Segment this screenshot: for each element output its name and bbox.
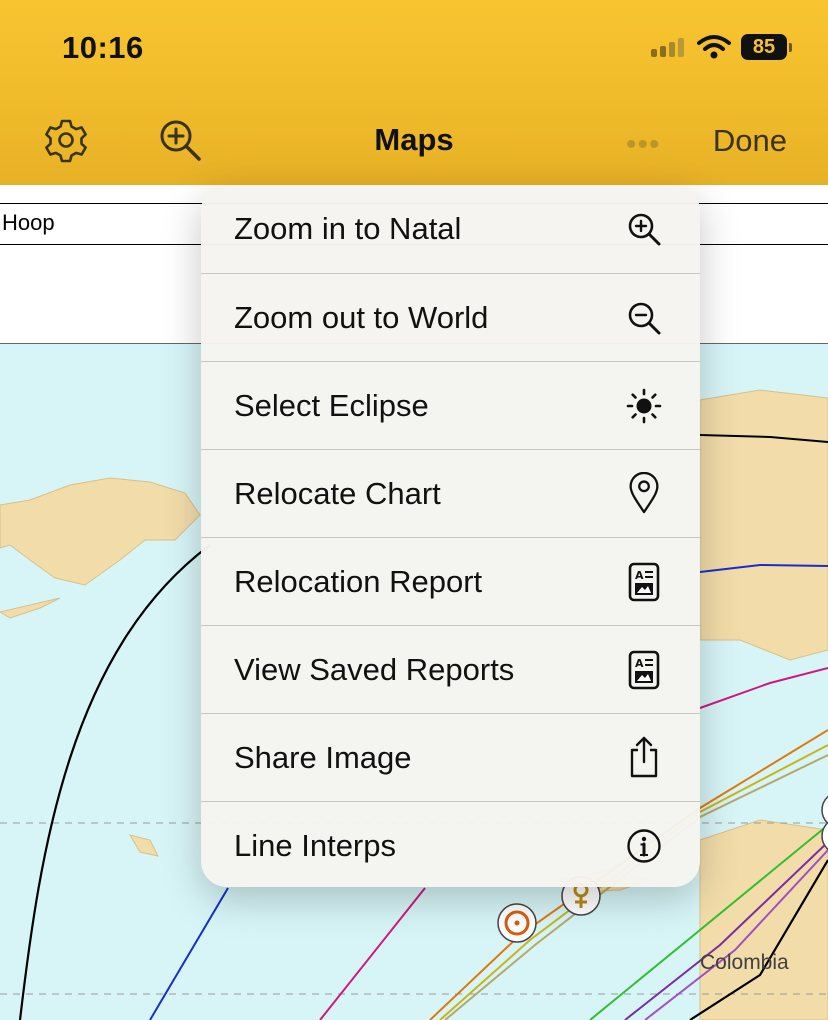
land-hawaii — [128, 834, 159, 857]
land-north-america — [699, 389, 828, 661]
zoom-out-icon — [628, 302, 661, 335]
battery-tip — [789, 42, 792, 52]
menu-item-label: Zoom in to Natal — [234, 211, 462, 246]
menu-item-view-saved-reports[interactable]: View Saved Reports A — [201, 625, 700, 713]
menu-item-line-interps[interactable]: Line Interps — [201, 801, 700, 887]
header: 10:16 85 Maps ••• Done — [0, 0, 828, 185]
menu-item-relocate-chart[interactable]: Relocate Chart — [201, 449, 700, 537]
status-icons: 85 — [651, 34, 792, 60]
menu-item-label: Relocate Chart — [234, 475, 441, 511]
planet-line-magenta-top — [699, 667, 828, 709]
menu-item-label: Share Image — [234, 739, 412, 775]
country-label-colombia: Colombia — [700, 951, 789, 974]
maps-options-menu: Zoom in to Natal Zoom out to World Selec… — [201, 185, 700, 887]
chart-name-label: Hoop — [2, 210, 55, 235]
more-button[interactable]: ••• — [626, 128, 661, 162]
info-icon — [627, 829, 661, 863]
done-button[interactable]: Done — [713, 123, 787, 159]
menu-item-select-eclipse[interactable]: Select Eclipse — [201, 361, 700, 449]
sun-icon — [626, 388, 662, 424]
map-pin-icon — [629, 472, 659, 514]
menu-item-relocation-report[interactable]: Relocation Report A — [201, 537, 700, 625]
page-title: Maps — [374, 122, 454, 157]
menu-item-label: View Saved Reports — [234, 651, 515, 687]
planet-line-black-curve — [18, 544, 211, 1020]
menu-item-label: Select Eclipse — [234, 387, 429, 423]
zoom-in-icon — [628, 213, 661, 246]
report-icon: A — [628, 650, 660, 690]
menu-item-share-image[interactable]: Share Image — [201, 713, 700, 801]
report-icon: A — [628, 562, 660, 602]
menu-item-zoom-in-natal[interactable]: Zoom in to Natal — [201, 185, 700, 273]
signal-icon — [651, 38, 684, 57]
land-alaska — [0, 477, 201, 586]
menu-item-label: Relocation Report — [234, 563, 483, 599]
battery-indicator: 85 — [741, 34, 787, 60]
svg-text:A: A — [635, 657, 644, 670]
planet-line-magenta — [319, 887, 426, 1020]
share-icon — [630, 736, 658, 778]
menu-item-label: Line Interps — [234, 827, 396, 863]
menu-item-zoom-out-world[interactable]: Zoom out to World — [201, 273, 700, 361]
sun-marker[interactable] — [497, 903, 537, 943]
land-aleutians — [0, 597, 61, 619]
planet-line-blue — [149, 887, 229, 1020]
menu-item-label: Zoom out to World — [234, 299, 489, 335]
wifi-icon — [697, 35, 731, 59]
status-time: 10:16 — [62, 30, 144, 65]
svg-text:A: A — [635, 569, 644, 582]
